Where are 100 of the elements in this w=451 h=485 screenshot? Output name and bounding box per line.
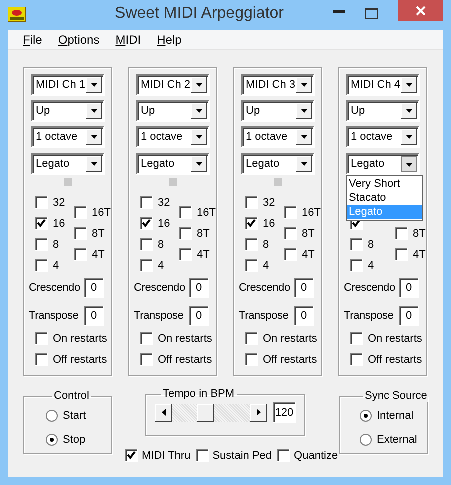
checkbox[interactable]	[140, 196, 153, 209]
dropdown[interactable]: 1 octave	[346, 126, 420, 148]
checkbox-label[interactable]: 8	[368, 238, 374, 250]
radio-button[interactable]	[46, 434, 58, 446]
dropdown[interactable]: Up	[136, 100, 210, 122]
dropdown[interactable]: Up	[31, 100, 105, 122]
checkbox-label[interactable]: On restarts	[53, 332, 108, 344]
checkbox-label[interactable]: 8T	[302, 228, 315, 240]
checkbox-label[interactable]: 4T	[302, 248, 315, 260]
checkbox-label[interactable]: 16	[263, 218, 276, 230]
checkbox[interactable]	[35, 238, 48, 251]
checkbox[interactable]	[245, 217, 258, 230]
dropdown[interactable]: MIDI Ch 2	[136, 74, 210, 96]
checkbox[interactable]	[245, 353, 258, 366]
checkbox-label[interactable]: 16T	[92, 206, 111, 218]
dropdown[interactable]: Up	[241, 100, 315, 122]
slider[interactable]	[155, 404, 267, 422]
checkbox[interactable]	[179, 227, 192, 240]
maximize-icon[interactable]	[365, 8, 378, 19]
checkbox-label[interactable]: Sustain Ped	[212, 450, 272, 462]
checkbox-label[interactable]: 4T	[413, 248, 426, 260]
checkbox-label[interactable]: 8	[263, 238, 270, 250]
checkbox[interactable]	[140, 238, 153, 251]
checkbox[interactable]	[196, 449, 209, 462]
checkbox-label[interactable]: On restarts	[368, 332, 422, 344]
checkbox[interactable]	[35, 259, 48, 272]
checkbox-label[interactable]: On restarts	[158, 332, 212, 344]
checkbox[interactable]	[140, 332, 153, 345]
menu-item[interactable]: MIDI	[108, 32, 150, 46]
checkbox[interactable]	[35, 353, 48, 366]
checkbox-label[interactable]: 16	[158, 218, 170, 230]
input-field[interactable]: 0	[189, 306, 209, 326]
radio-button[interactable]	[360, 410, 372, 422]
checkbox-label[interactable]: 8T	[92, 228, 105, 240]
menu-item[interactable]: Help	[149, 32, 190, 46]
dropdown[interactable]: 1 octave	[31, 126, 105, 148]
checkbox-label[interactable]: 4	[368, 260, 374, 272]
menu-item[interactable]: Options	[50, 32, 108, 46]
checkbox[interactable]	[350, 259, 363, 272]
checkbox-label[interactable]: Off restarts	[158, 354, 212, 366]
slider-thumb[interactable]	[197, 404, 214, 422]
checkbox-label[interactable]: 16T	[302, 206, 321, 218]
checkbox-label[interactable]: 4T	[197, 248, 210, 260]
checkbox[interactable]	[74, 227, 88, 240]
checkbox[interactable]	[284, 206, 298, 219]
checkbox-label[interactable]: Off restarts	[53, 354, 108, 366]
checkbox-label[interactable]: 16T	[197, 206, 216, 218]
input-field[interactable]: 0	[84, 306, 104, 326]
checkbox-label[interactable]: 4	[263, 260, 270, 272]
dropdown-option[interactable]: Stacato	[347, 191, 422, 205]
checkbox-label[interactable]: 8T	[413, 228, 426, 240]
checkbox-label[interactable]: 8	[158, 238, 164, 250]
checkbox[interactable]	[140, 353, 153, 366]
checkbox[interactable]	[35, 217, 48, 230]
dropdown-option[interactable]: Very Short	[347, 177, 422, 191]
checkbox[interactable]	[245, 259, 258, 272]
checkbox[interactable]	[125, 449, 138, 462]
checkbox-label[interactable]: 32	[158, 196, 170, 208]
radio-label[interactable]: External	[377, 434, 418, 446]
checkbox[interactable]	[140, 217, 153, 230]
radio-label[interactable]: Start	[63, 410, 86, 422]
checkbox[interactable]	[140, 259, 153, 272]
arrow-button[interactable]	[155, 404, 172, 422]
checkbox-label[interactable]: 4	[53, 260, 60, 272]
checkbox-label[interactable]: Quantize	[294, 450, 338, 462]
checkbox[interactable]	[179, 206, 192, 219]
checkbox[interactable]	[284, 227, 298, 240]
input-field[interactable]: 0	[399, 306, 419, 326]
checkbox[interactable]	[245, 238, 258, 251]
checkbox[interactable]	[395, 248, 408, 261]
dropdown[interactable]: Up	[346, 100, 420, 122]
checkbox[interactable]	[284, 248, 298, 261]
radio-label[interactable]: Internal	[377, 410, 414, 422]
input-field[interactable]: 120	[273, 402, 296, 423]
dropdown-button[interactable]	[401, 156, 417, 172]
arrow-button[interactable]	[250, 404, 267, 422]
checkbox[interactable]	[74, 206, 88, 219]
input-field[interactable]: 0	[84, 278, 104, 298]
checkbox[interactable]	[74, 248, 88, 261]
checkbox-label[interactable]: MIDI Thru	[142, 450, 191, 462]
checkbox[interactable]	[179, 248, 192, 261]
checkbox[interactable]	[350, 238, 363, 251]
radio-button[interactable]	[360, 434, 372, 446]
dropdown[interactable]: 1 octave	[136, 126, 210, 148]
dropdown[interactable]: MIDI Ch 3	[241, 74, 315, 96]
checkbox[interactable]	[395, 227, 408, 240]
checkbox[interactable]	[350, 332, 363, 345]
checkbox-label[interactable]: On restarts	[263, 332, 318, 344]
checkbox[interactable]	[35, 196, 48, 209]
dropdown[interactable]: 1 octave	[241, 126, 315, 148]
close-button[interactable]	[398, 0, 443, 21]
dropdown[interactable]: MIDI Ch 1	[31, 74, 105, 96]
checkbox-label[interactable]: 16	[53, 218, 66, 230]
dropdown[interactable]: Legato	[136, 153, 210, 175]
checkbox-label[interactable]: 4	[158, 260, 164, 272]
menu-item[interactable]: File	[15, 32, 50, 46]
checkbox-label[interactable]: 4T	[92, 248, 105, 260]
checkbox-label[interactable]: 8T	[197, 228, 210, 240]
dropdown[interactable]: Legato	[31, 153, 105, 175]
input-field[interactable]: 0	[189, 278, 209, 298]
